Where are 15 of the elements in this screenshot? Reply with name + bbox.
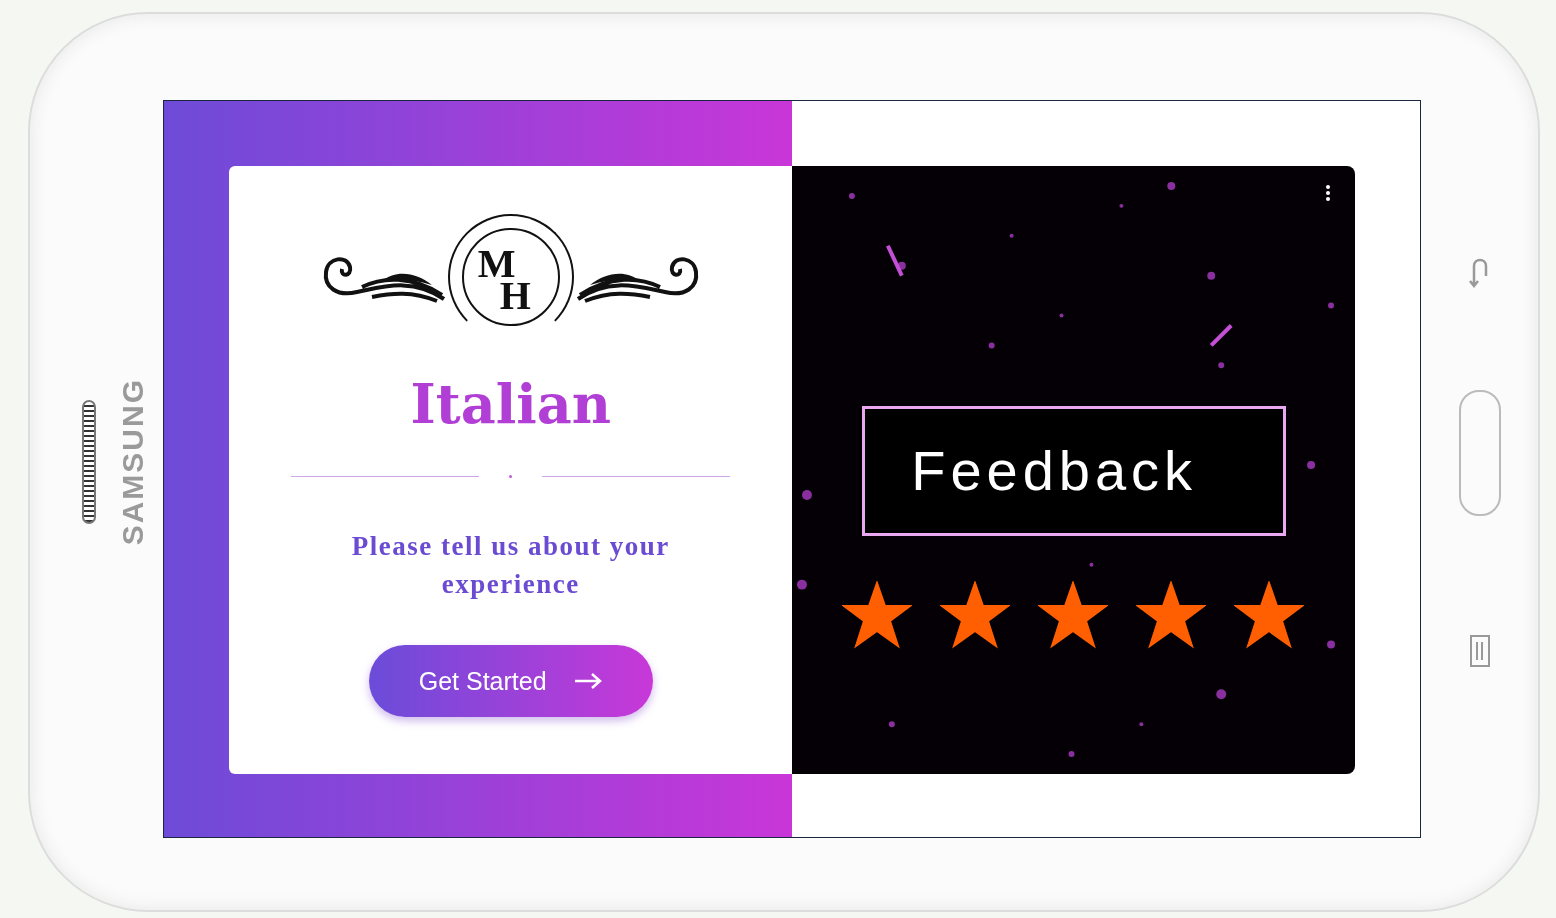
star-icon[interactable] [1038,581,1109,649]
feedback-title: Feedback [862,406,1287,536]
more-icon[interactable] [1325,184,1332,202]
title-text: Italian [410,372,611,437]
get-started-button[interactable]: Get Started [368,645,653,718]
prompt-text: Please tell us about your experience [350,529,671,601]
menu-icon[interactable] [1468,634,1491,668]
star-icon[interactable] [940,581,1011,649]
star-icon[interactable] [1136,581,1207,649]
divider-dot-icon [509,474,513,478]
brand-logo: SAMSUNG [118,378,148,546]
speaker-grille-icon [82,400,96,524]
star-icon[interactable] [842,581,913,649]
arrow-right-icon [572,671,603,692]
star-icon[interactable] [1234,581,1305,649]
